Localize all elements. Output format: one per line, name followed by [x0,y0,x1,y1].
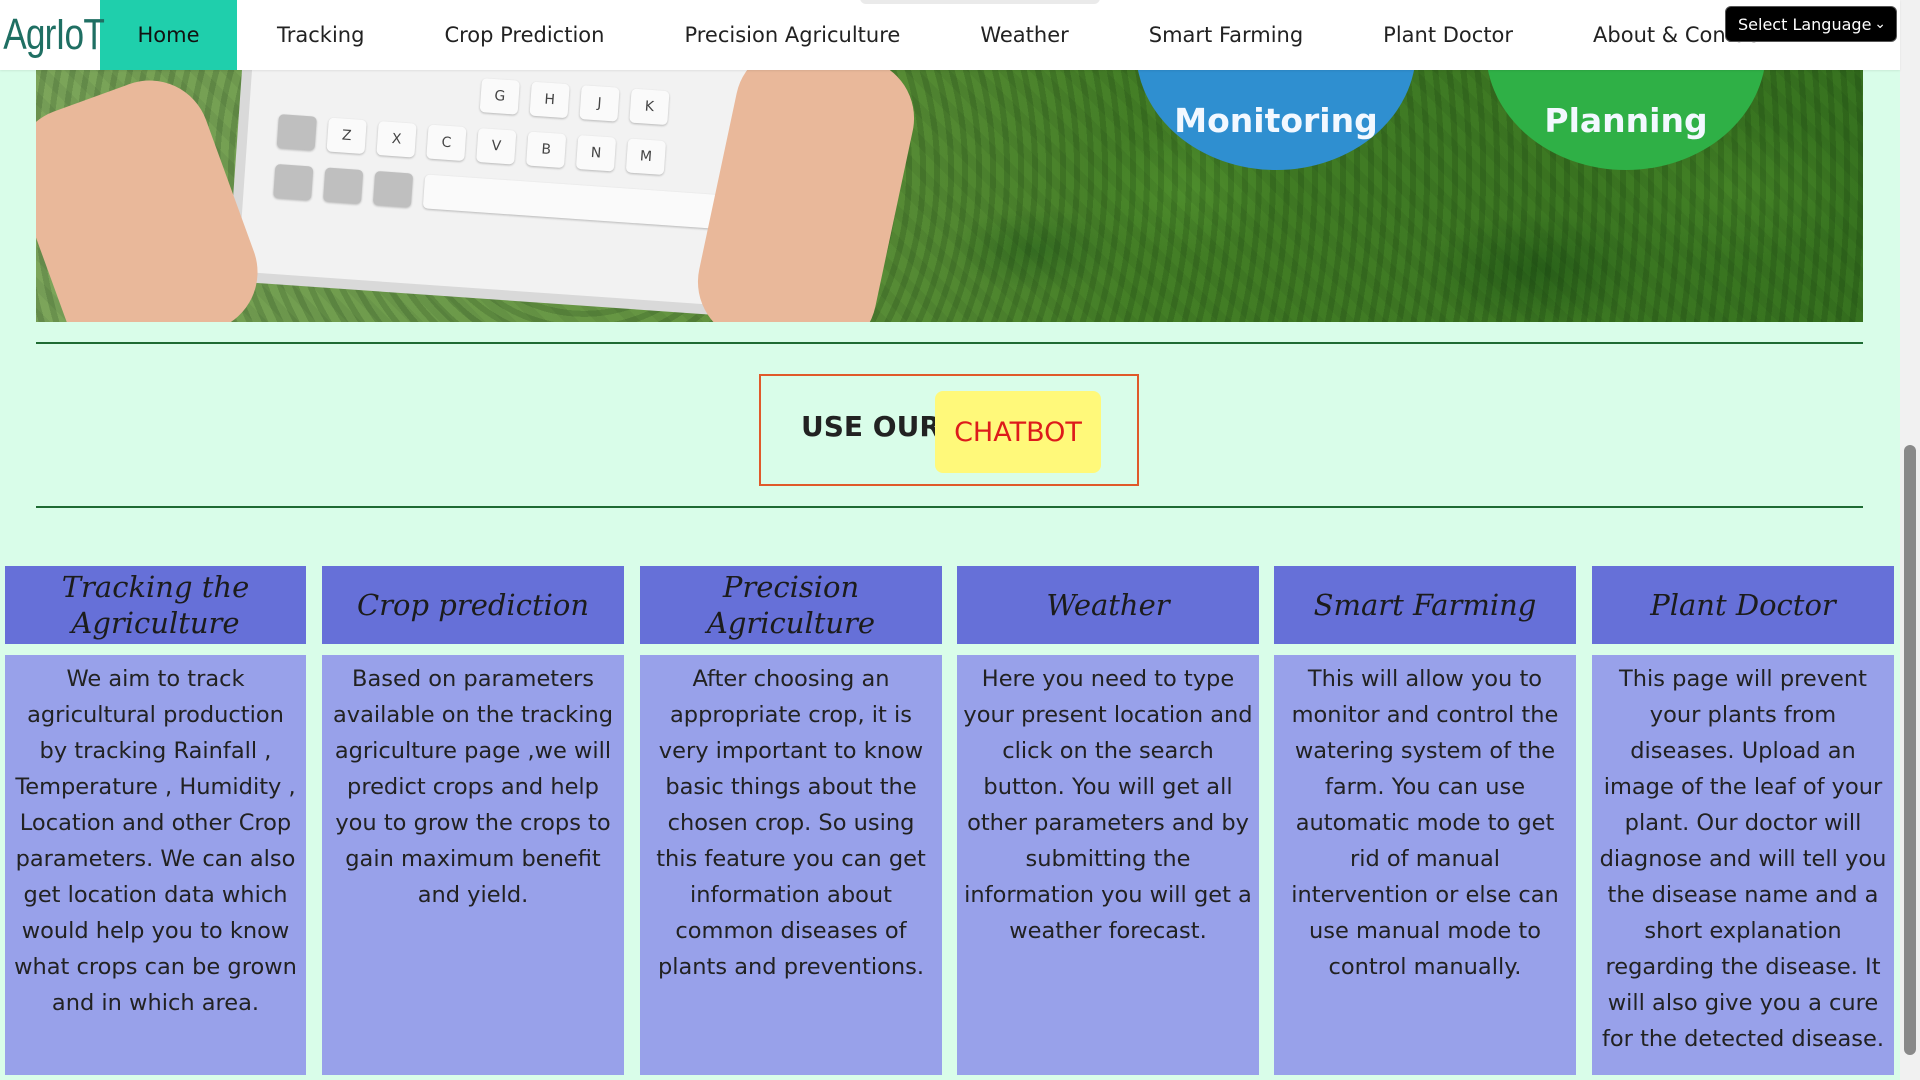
card-title-weather: Weather [957,566,1259,644]
key-spacebar [422,174,725,230]
card-title-plant-doctor: Plant Doctor [1592,566,1894,644]
language-select[interactable]: Select Language ⌄ [1725,6,1897,42]
key: M [625,138,667,176]
key [323,167,364,204]
card-text-weather: Here you need to type your present locat… [957,655,1259,1075]
page-scrollbar[interactable] [1900,0,1920,1080]
key: Z [326,117,367,155]
language-select-label: Select Language [1738,14,1872,34]
key: K [629,88,670,126]
key: G [479,78,520,115]
planning-badge-label: Planning [1544,101,1708,140]
divider-bottom [36,506,1863,508]
card-text-plant-doctor: This page will prevent your plants from … [1592,655,1894,1075]
nav-home[interactable]: Home [100,0,237,70]
nav-crop-prediction[interactable]: Crop Prediction [404,0,644,70]
key [276,114,317,151]
key [273,163,314,201]
chevron-down-icon: ⌄ [1874,16,1886,32]
card-text-smart-farming: This will allow you to monitor and contr… [1274,655,1576,1075]
card-text-precision-agriculture: After choosing an appropriate crop, it i… [640,655,942,1075]
nav-smart-farming[interactable]: Smart Farming [1109,0,1343,70]
key: X [376,121,417,158]
card-title-smart-farming: Smart Farming [1274,566,1576,644]
nav-tracking[interactable]: Tracking [237,0,404,70]
top-navbar: AgrIoT Home Tracking Crop Prediction Pre… [0,0,1900,70]
monitoring-badge-label: Monitoring [1174,101,1378,140]
card-text-tracking: We aim to track agricultural production … [5,655,306,1075]
nav-precision-agriculture[interactable]: Precision Agriculture [644,0,940,70]
key: C [426,124,467,162]
chatbot-panel: USE OUR CHATBOT [759,374,1139,486]
card-title-precision-agriculture: Precision Agriculture [640,566,942,644]
key [372,170,414,208]
chatbot-button[interactable]: CHATBOT [935,391,1101,473]
nav-plant-doctor[interactable]: Plant Doctor [1343,0,1553,70]
card-text-crop-prediction: Based on parameters available on the tra… [322,655,624,1075]
key: H [529,81,570,119]
divider-top [36,342,1863,344]
hero-image: G H J K Z X C V B N M Monitoring Plannin… [36,70,1863,322]
chatbot-label: USE OUR [801,410,941,443]
top-edge-shadow [860,0,1100,4]
keyboard-row-1: G H J K [479,78,670,126]
scrollbar-thumb[interactable] [1904,445,1916,1055]
keyboard-row-2: Z X C V B N M [276,114,667,176]
key: J [579,85,620,122]
nav-weather[interactable]: Weather [940,0,1108,70]
card-title-crop-prediction: Crop prediction [322,566,624,644]
key: N [575,134,617,172]
card-title-tracking: Tracking the Agriculture [5,566,306,644]
key: B [526,131,567,169]
agriot-logo[interactable]: AgrIoT [0,0,105,70]
key: V [476,127,517,165]
